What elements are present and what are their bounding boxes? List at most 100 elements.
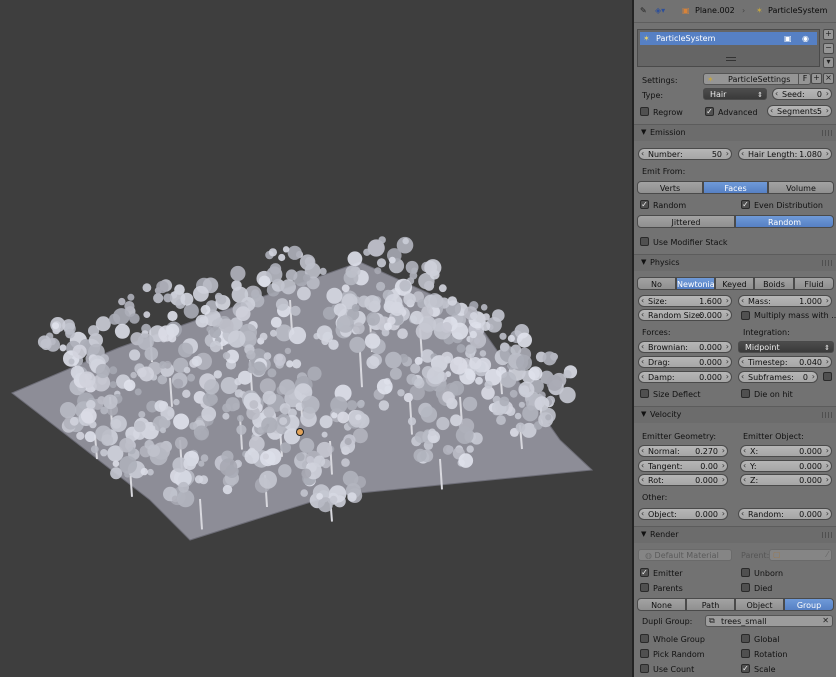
mass-field[interactable]: Mass: 1.000 <box>738 295 832 307</box>
type-dropdown[interactable]: Hair ⇕ <box>703 88 767 100</box>
subframes-field[interactable]: Subframes: 0 <box>738 371 818 383</box>
emit-from-volume[interactable]: Volume <box>768 181 834 194</box>
x-value: 0.000 <box>799 447 822 456</box>
breadcrumb-particle-system[interactable]: ParticleSystem <box>768 6 827 15</box>
foliage-blob <box>441 322 452 333</box>
pin-icon[interactable]: ✎ <box>640 6 647 15</box>
emit-from-faces[interactable]: Faces <box>703 181 768 194</box>
emit-from-verts[interactable]: Verts <box>637 181 703 194</box>
parent-field[interactable]: ▢ ⁄ <box>769 549 832 561</box>
drag-grip-icon[interactable] <box>822 260 832 266</box>
material-dropdown[interactable]: ◍ Default Material <box>638 549 732 561</box>
physics-type-no[interactable]: No <box>637 277 676 290</box>
render-died-checkbox[interactable] <box>741 583 750 592</box>
size-deflect-checkbox[interactable] <box>640 389 649 398</box>
render-emitter-checkbox[interactable]: ✓ <box>640 568 649 577</box>
render-type-path[interactable]: Path <box>686 598 735 611</box>
adaptive-subframes-checkbox[interactable] <box>823 372 832 381</box>
pick-random-checkbox[interactable] <box>640 649 649 658</box>
breadcrumb-object[interactable]: Plane.002 <box>695 6 735 15</box>
foliage-blob <box>436 416 450 431</box>
slot-menu-button[interactable]: ▾ <box>823 57 834 68</box>
foliage-blob <box>178 481 190 493</box>
particle-system-list[interactable]: ✶ ParticleSystem ▣ ◉ <box>637 29 820 67</box>
list-resize-grip[interactable] <box>726 57 736 61</box>
rotation-checkbox[interactable] <box>741 649 750 658</box>
render-type-none[interactable]: None <box>637 598 686 611</box>
physics-type-keyed[interactable]: Keyed <box>715 277 754 290</box>
drag-field[interactable]: Drag: 0.000 <box>638 356 732 368</box>
distribution-random[interactable]: Random <box>735 215 834 228</box>
y-label: Y: <box>750 462 757 471</box>
whole-group-checkbox[interactable] <box>640 634 649 643</box>
global-checkbox[interactable] <box>741 634 750 643</box>
eyedropper-icon[interactable]: ⁄ <box>827 549 828 561</box>
visibility-eye-icon[interactable]: ◉ <box>802 32 809 45</box>
scale-checkbox[interactable]: ✓ <box>741 664 750 673</box>
render-panel-header[interactable]: ▼ Render <box>634 526 836 543</box>
random-velocity-field[interactable]: Random: 0.000 <box>738 508 832 520</box>
advanced-checkbox[interactable]: ✓ <box>705 107 714 116</box>
render-toggle-icon[interactable]: ▣ <box>784 32 792 45</box>
brownian-field[interactable]: Brownian: 0.000 <box>638 341 732 353</box>
use-count-checkbox[interactable] <box>640 664 649 673</box>
multiply-mass-checkbox[interactable] <box>741 311 750 320</box>
drag-grip-icon[interactable] <box>822 130 832 136</box>
clear-icon[interactable]: ✕ <box>822 615 829 627</box>
integration-dropdown[interactable]: Midpoint ⇕ <box>738 341 834 353</box>
foliage-blob <box>302 274 311 282</box>
physics-type-fluid[interactable]: Fluid <box>794 277 834 290</box>
physics-type-boids[interactable]: Boids <box>754 277 794 290</box>
foliage-blob <box>154 400 167 412</box>
distribution-jittered[interactable]: Jittered <box>637 215 735 228</box>
remove-slot-button[interactable]: − <box>823 43 834 54</box>
seed-field[interactable]: Seed: 0 <box>772 88 832 100</box>
timestep-field[interactable]: Timestep: 0.040 <box>738 356 832 368</box>
fake-user-button[interactable]: F <box>798 73 811 85</box>
foliage-blob <box>110 415 127 433</box>
hair-length-field[interactable]: Hair Length:1.080 <box>738 148 832 160</box>
foliage-blob <box>270 329 277 337</box>
even-distribution-checkbox[interactable]: ✓ <box>741 200 750 209</box>
object-y-field[interactable]: Y: 0.000 <box>740 460 832 472</box>
3d-viewport[interactable] <box>0 0 632 677</box>
foliage-blob <box>301 395 320 414</box>
rot-field[interactable]: Rot: 0.000 <box>638 474 728 486</box>
die-on-hit-checkbox[interactable] <box>741 389 750 398</box>
velocity-panel-header[interactable]: ▼ Velocity <box>634 406 836 423</box>
emission-title: Emission <box>650 128 686 137</box>
foliage-blob <box>109 381 117 389</box>
physics-type-newtonian[interactable]: Newtonian <box>676 277 720 290</box>
use-modifier-stack-checkbox[interactable] <box>640 237 649 246</box>
object-velocity-field[interactable]: Object: 0.000 <box>638 508 728 520</box>
object-x-field[interactable]: X: 0.000 <box>740 445 832 457</box>
dupli-group-field[interactable]: ⧉ trees_small ✕ <box>705 615 833 627</box>
render-parents-checkbox[interactable] <box>640 583 649 592</box>
damp-field[interactable]: Damp: 0.000 <box>638 371 732 383</box>
random-checkbox[interactable]: ✓ <box>640 200 649 209</box>
emission-panel-header[interactable]: ▼ Emission <box>634 124 836 141</box>
render-type-group[interactable]: Group <box>784 598 834 611</box>
size-field[interactable]: Size: 1.600 <box>638 295 732 307</box>
drag-grip-icon[interactable] <box>822 412 832 418</box>
number-field[interactable]: Number: 50 <box>638 148 732 160</box>
render-type-object[interactable]: Object <box>735 598 784 611</box>
random-size-field[interactable]: Random Size:0.000 <box>638 309 732 321</box>
list-item[interactable]: ✶ ParticleSystem ▣ ◉ <box>640 32 817 45</box>
new-settings-button[interactable]: + <box>811 73 822 84</box>
material-value: Default Material <box>654 551 719 560</box>
render-unborn-checkbox[interactable] <box>741 568 750 577</box>
physics-panel-header[interactable]: ▼ Physics <box>634 254 836 271</box>
drag-grip-icon[interactable] <box>822 532 832 538</box>
even-distribution-label: Even Distribution <box>754 201 823 210</box>
tangent-field[interactable]: Tangent: 0.00 <box>638 460 728 472</box>
regrow-checkbox[interactable] <box>640 107 649 116</box>
segments-field[interactable]: Segments:5 <box>767 105 832 117</box>
object-z-field[interactable]: Z: 0.000 <box>740 474 832 486</box>
foliage-blob <box>180 292 194 306</box>
unlink-settings-button[interactable]: × <box>823 73 834 84</box>
context-icon[interactable]: ◈▾ <box>655 6 665 15</box>
settings-datablock[interactable]: ✶ ParticleSettings F <box>703 73 811 85</box>
add-slot-button[interactable]: + <box>823 29 834 40</box>
normal-field[interactable]: Normal: 0.270 <box>638 445 728 457</box>
